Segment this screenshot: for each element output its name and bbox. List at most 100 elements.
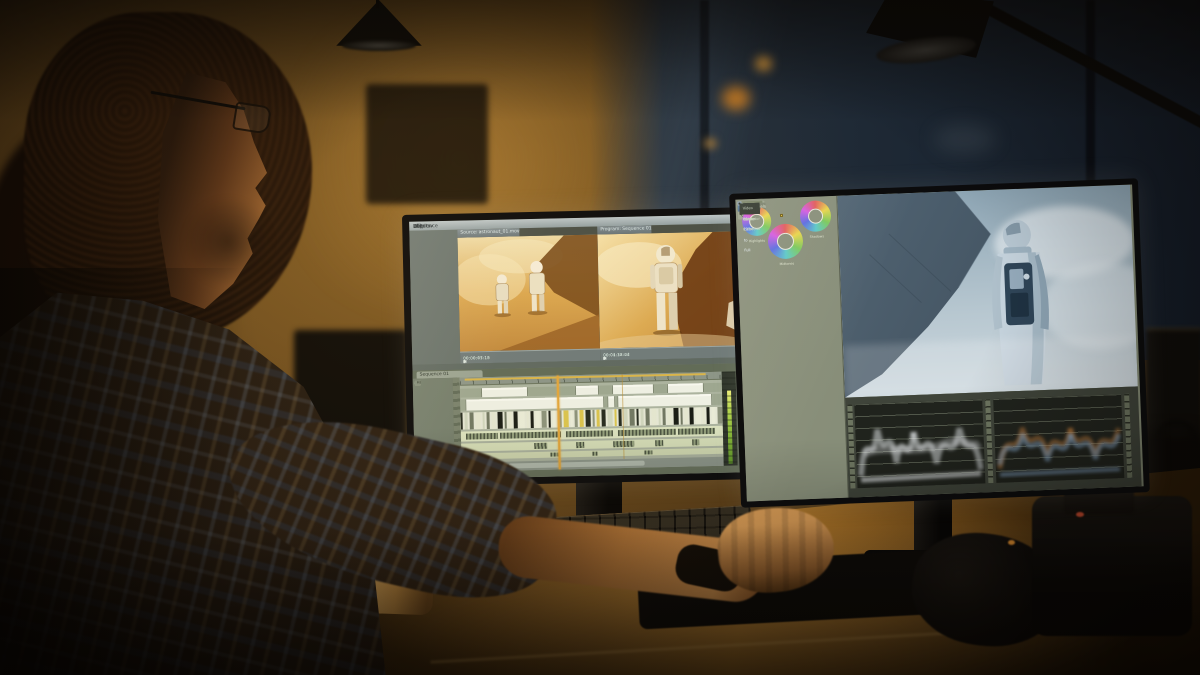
timeline-tracks[interactable]: [460, 372, 724, 472]
filmstrip-frame: [563, 410, 568, 427]
program-preview-image: [597, 231, 744, 348]
city-bokeh-light: [704, 138, 717, 149]
audio-waveform-block[interactable]: [692, 440, 700, 445]
preset-item[interactable]: Video Limiter: [740, 203, 756, 214]
program-timecode-out: 00:04:38:22: [603, 352, 630, 358]
filmstrip-frame: [680, 408, 682, 425]
filmstrip-frame: [482, 412, 484, 429]
filmstrip-frame: [618, 409, 621, 426]
filmstrip-frame: [645, 408, 649, 425]
filmstrip-frame: [667, 408, 671, 425]
luma-waveform-scope: [854, 399, 985, 488]
filmstrip-frame: [662, 408, 665, 425]
scope-tick-scale: [1124, 394, 1132, 478]
audio-waveform-block[interactable]: [618, 429, 676, 437]
city-bokeh-light: [934, 124, 996, 154]
audio-waveform-block[interactable]: [466, 433, 498, 440]
color-correction-panel: Color Correction Effects Metadata Color …: [735, 196, 849, 502]
filmstrip-frame: [651, 408, 656, 425]
filmstrip-frame: [684, 408, 687, 425]
wall-cabinet-silhouette: [366, 84, 488, 204]
shadows-label: Shadows: [800, 234, 834, 239]
audio-waveform-block[interactable]: [592, 452, 597, 456]
presets-list[interactable]: HD 16-235 to FullRGB CurvesFast Color Co…: [737, 201, 741, 205]
filmstrip-frame: [469, 412, 473, 429]
city-bokeh-light: [755, 56, 772, 71]
person-shadow: [0, 268, 244, 675]
audio-waveform-block[interactable]: [535, 443, 548, 448]
filmstrip-frame: [636, 409, 638, 426]
filmstrip-frame: [552, 411, 555, 428]
color-grading-window: Color Correction Effects Metadata Color …: [735, 184, 1143, 501]
scopes-panel: [845, 386, 1142, 497]
filmstrip-frame: [689, 407, 693, 424]
midtones-label: Midtones: [770, 261, 804, 266]
program-monitor-panel: Program: Sequence 01: [597, 223, 744, 360]
video-clip[interactable]: [667, 383, 704, 393]
filmstrip-frame: [535, 411, 539, 428]
source-preview-image: [457, 235, 600, 352]
filmstrip-frame: [526, 411, 528, 428]
grading-preview-image: [837, 185, 1138, 398]
video-clip[interactable]: [575, 386, 599, 396]
filmstrip-frame: [475, 412, 480, 429]
filmstrip-frame: [706, 407, 709, 424]
filmstrip-frame: [541, 411, 546, 428]
rgb-waveform-scope: [993, 394, 1124, 483]
city-bokeh-light: [722, 86, 750, 110]
filmstrip-frame: [497, 412, 502, 429]
pendant-lamp-rim: [342, 40, 416, 51]
audio-waveform-block[interactable]: [576, 442, 584, 447]
filmstrip-frame: [570, 410, 572, 427]
filmstrip-frame: [513, 411, 517, 428]
filmstrip-frame: [585, 410, 590, 427]
filmstrip-frame: [702, 407, 704, 424]
track-label: M: [415, 381, 420, 386]
filmstrip-frame: [504, 412, 506, 429]
audio-meter-right: [727, 390, 733, 463]
filmstrip-frame: [695, 407, 700, 424]
audio-waveform-block[interactable]: [678, 428, 715, 435]
shadows-color-wheel[interactable]: [799, 200, 831, 232]
filmstrip-frame: [673, 408, 678, 425]
audio-waveform-block[interactable]: [655, 441, 663, 446]
video-clip[interactable]: [465, 396, 604, 410]
project-bin-panel[interactable]: [409, 230, 460, 365]
video-clip[interactable]: [607, 396, 615, 407]
filmstrip-frame: [640, 409, 643, 426]
filmstrip-frame: [519, 411, 524, 428]
audio-waveform-block[interactable]: [500, 431, 560, 439]
right-monitor: Color Correction Effects Metadata Color …: [729, 178, 1150, 507]
filmstrip-frame: [579, 410, 583, 427]
video-clip[interactable]: [481, 387, 528, 397]
menu-item[interactable]: Help: [413, 223, 425, 229]
editing-app-window: FileEditClipSequenceEffectsWindowHelp So…: [409, 214, 747, 479]
video-clip[interactable]: [612, 384, 654, 394]
filmstrip-frame: [530, 411, 533, 428]
glasses-lens: [232, 101, 272, 134]
video-clip[interactable]: [617, 394, 712, 407]
filmstrip-frame: [607, 409, 612, 426]
audio-waveform-block[interactable]: [550, 453, 558, 457]
filmstrip-frame: [596, 410, 599, 427]
filmstrip-frame: [658, 408, 660, 425]
filmstrip-frame: [464, 413, 467, 430]
wheel-handle[interactable]: [780, 214, 784, 218]
filmstrip-frame: [601, 409, 605, 426]
filmstrip-frame: [574, 410, 577, 427]
filmstrip-frame: [629, 409, 634, 426]
audio-waveform-block[interactable]: [645, 450, 653, 454]
pendant-lamp-cord: [376, 0, 379, 8]
filmstrip-frame: [548, 411, 550, 428]
camera-glint: [1008, 540, 1015, 545]
source-timecode-out: 00:00:45:10: [463, 355, 490, 361]
filmstrip-frame: [508, 412, 511, 429]
filmstrip-frame: [460, 413, 462, 430]
audio-waveform-block[interactable]: [566, 430, 613, 437]
audio-meter-left: [727, 405, 732, 463]
camera-body: [1032, 496, 1192, 636]
filmstrip-frame: [491, 412, 495, 429]
source-monitor-panel: Source: astronaut_01.mov: [457, 227, 600, 364]
filmstrip-frame: [614, 409, 616, 426]
photo-scene: FileEditClipSequenceEffectsWindowHelp So…: [0, 0, 1200, 675]
